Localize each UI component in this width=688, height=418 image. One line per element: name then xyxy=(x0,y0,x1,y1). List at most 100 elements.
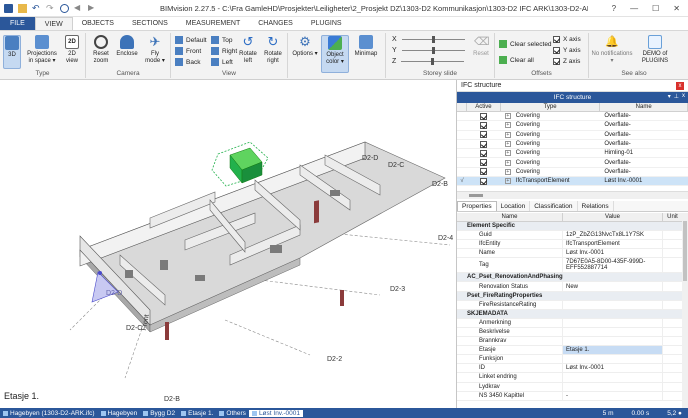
right-view-button[interactable]: Right xyxy=(211,47,237,55)
expand-icon[interactable]: + xyxy=(504,113,511,120)
property-row[interactable]: ID Løst Inv.-0001 xyxy=(457,364,683,374)
reset-zoom-button[interactable]: Reset zoom xyxy=(90,35,112,64)
minimize-button[interactable]: — xyxy=(630,4,638,13)
property-row[interactable]: NS 3450 Kapittel - xyxy=(457,391,683,401)
expand-icon[interactable]: + xyxy=(504,122,511,129)
property-row[interactable]: Name Løst Inv.-0001 xyxy=(457,249,683,259)
left-view-button[interactable]: Left xyxy=(211,58,233,66)
structure-row[interactable]: + Covering Overflate- xyxy=(457,168,688,178)
breadcrumb-item[interactable]: Bygg D2 xyxy=(140,410,178,417)
breadcrumb-item[interactable]: Hagebyen (1303-D2-ARK.ifc) xyxy=(0,410,98,417)
structure-row[interactable]: √ + IfcTransportElement Løst Inv.-0001 xyxy=(457,177,688,187)
fly-mode-button[interactable]: ✈ Fly mode ▾ xyxy=(143,35,167,64)
rotate-left-button[interactable]: ↺ Rotate left xyxy=(237,35,259,64)
property-row[interactable]: Guid 1zP_ZbZG13NvcTx8L1Y7SK xyxy=(457,231,683,241)
structure-row[interactable]: + Covering Himling-01 xyxy=(457,149,688,159)
active-checkbox[interactable] xyxy=(480,131,488,139)
horizontal-scrollbar[interactable] xyxy=(457,191,688,199)
z-axis-checkbox[interactable]: Z axis xyxy=(553,58,580,65)
y-axis-checkbox[interactable]: Y axis xyxy=(553,47,581,54)
tab-plugins[interactable]: PLUGINS xyxy=(302,17,351,30)
tab-sections[interactable]: SECTIONS xyxy=(123,17,177,30)
breadcrumb-item[interactable]: Others xyxy=(216,410,249,417)
structure-row[interactable]: + Covering Overflate- xyxy=(457,121,688,131)
demo-plugins-button[interactable]: DEMO of PLUGINS xyxy=(635,35,675,64)
property-section[interactable]: Element Specific xyxy=(457,222,683,232)
redo-icon[interactable]: ↷ xyxy=(46,3,55,13)
property-row[interactable]: Brannkrav xyxy=(457,337,683,347)
active-checkbox[interactable] xyxy=(480,177,488,185)
property-row[interactable]: IfcEntity IfcTransportElement xyxy=(457,240,683,250)
property-row[interactable]: Funksjon xyxy=(457,355,683,365)
default-view-button[interactable]: Default xyxy=(175,36,207,44)
forward-icon[interactable]: ▶ xyxy=(88,3,97,13)
notifications-button[interactable]: 🔔 No notifications ▾ xyxy=(591,35,633,64)
pin-icon[interactable]: ⊥ xyxy=(674,93,679,100)
clear-selected-button[interactable]: Clear selected xyxy=(499,40,552,48)
3d-viewport[interactable]: D2-D D2-C D2-B D2-4 D2-3 D2-2 D2-B D2-C … xyxy=(0,80,456,408)
view-3d-button[interactable]: 3D xyxy=(3,35,21,69)
object-color-button[interactable]: Object color ▾ xyxy=(321,35,349,73)
properties-scrollbar[interactable] xyxy=(682,213,688,408)
tab-properties[interactable]: Properties xyxy=(457,201,497,211)
tab-classification[interactable]: Classification xyxy=(530,201,578,211)
record-icon[interactable] xyxy=(60,3,69,13)
undo-icon[interactable]: ↶ xyxy=(32,3,41,13)
front-view-button[interactable]: Front xyxy=(175,47,201,55)
maximize-button[interactable]: ☐ xyxy=(652,4,659,13)
property-row[interactable]: Renovation Status New xyxy=(457,282,683,292)
property-row[interactable]: FireResistanceRating xyxy=(457,300,683,310)
structure-row[interactable]: + Covering Overflate- xyxy=(457,112,688,122)
x-slider[interactable]: X xyxy=(392,36,465,43)
property-row[interactable]: Tag 7D67E0A5-8D00-435F-999D-EFF552887714 xyxy=(457,258,683,274)
property-section[interactable]: Pset_FireRatingProperties xyxy=(457,291,683,301)
tab-relations[interactable]: Relations xyxy=(578,201,614,211)
back-icon[interactable]: ◀ xyxy=(74,3,83,13)
expand-icon[interactable]: + xyxy=(504,131,511,138)
active-checkbox[interactable] xyxy=(480,168,488,176)
expand-icon[interactable]: + xyxy=(504,168,511,175)
tab-measurement[interactable]: MEASUREMENT xyxy=(177,17,249,30)
tab-location[interactable]: Location xyxy=(497,201,531,211)
expand-icon[interactable]: + xyxy=(504,178,511,185)
structure-row[interactable]: + Covering Overflate- xyxy=(457,140,688,150)
clear-all-button[interactable]: Clear all xyxy=(499,56,534,64)
tab-view[interactable]: VIEW xyxy=(34,17,73,30)
structure-row[interactable]: + Covering Overflate- xyxy=(457,158,688,168)
breadcrumb-item[interactable]: Løst Inv.-0001 xyxy=(248,409,304,417)
property-row[interactable]: Linket endring xyxy=(457,373,683,383)
back-view-button[interactable]: Back xyxy=(175,58,200,66)
rotate-right-button[interactable]: ↻ Rotate right xyxy=(262,35,284,64)
tab-file[interactable]: FILE xyxy=(0,17,35,30)
close-tree-icon[interactable]: x xyxy=(682,93,685,100)
active-checkbox[interactable] xyxy=(480,149,488,157)
top-view-button[interactable]: Top xyxy=(211,36,232,44)
z-slider[interactable]: Z xyxy=(392,58,465,65)
y-slider[interactable]: Y xyxy=(392,47,465,54)
selected-transport-element[interactable] xyxy=(211,141,269,187)
breadcrumb-item[interactable]: Hagebyen xyxy=(98,410,141,417)
expand-icon[interactable]: + xyxy=(504,150,511,157)
open-folder-icon[interactable] xyxy=(18,3,27,13)
property-row[interactable]: Lydkrav xyxy=(457,382,683,392)
property-row[interactable]: Anmerkning xyxy=(457,318,683,328)
structure-row[interactable]: + Covering Overflate- xyxy=(457,131,688,140)
active-checkbox[interactable] xyxy=(480,140,488,148)
projections-button[interactable]: Projections in space ▾ xyxy=(25,35,59,64)
view-2d-button[interactable]: 2D 2D view xyxy=(62,35,82,64)
options-button[interactable]: ⚙ Options ▾ xyxy=(292,35,318,58)
close-panel-icon[interactable]: x xyxy=(676,81,684,90)
reset-slide-button[interactable]: ⌫ Reset xyxy=(471,35,491,58)
dropdown-icon[interactable]: ▾ xyxy=(668,93,671,100)
active-checkbox[interactable] xyxy=(480,112,488,120)
x-axis-checkbox[interactable]: X axis xyxy=(553,36,581,43)
enclose-button[interactable]: Enclose xyxy=(115,35,139,58)
active-checkbox[interactable] xyxy=(480,159,488,167)
property-row[interactable]: Beskrivelse xyxy=(457,327,683,338)
tab-changes[interactable]: CHANGES xyxy=(249,17,302,30)
breadcrumb-item[interactable]: Etasje 1. xyxy=(178,410,216,417)
expand-icon[interactable]: + xyxy=(504,141,511,148)
property-row[interactable]: Etasje Etasje 1. xyxy=(457,346,683,356)
help-button[interactable]: ? xyxy=(612,4,616,13)
active-checkbox[interactable] xyxy=(480,121,488,129)
